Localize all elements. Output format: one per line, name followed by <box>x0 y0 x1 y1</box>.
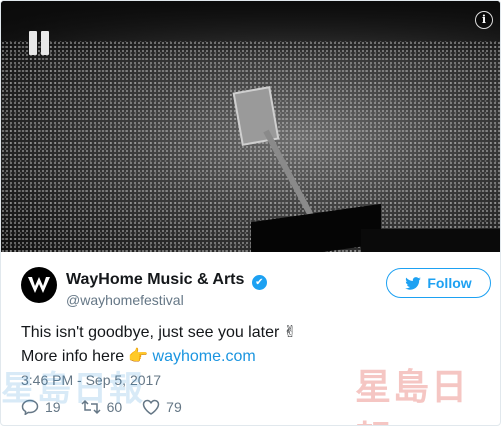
user-handle[interactable]: @wayhomefestival <box>66 292 184 308</box>
follow-label: Follow <box>427 275 472 291</box>
verified-badge-icon: ✔ <box>251 275 267 290</box>
tweet-card: i WayHome Music & Arts ✔ @wayhomefestiva… <box>0 0 501 426</box>
crowd-image <box>1 41 500 252</box>
info-icon[interactable]: i <box>475 11 493 29</box>
watermark-left: 星島日報 <box>1 369 145 409</box>
bird-icon <box>405 276 422 290</box>
follow-button[interactable]: Follow <box>386 268 491 298</box>
like-count: 79 <box>166 399 182 415</box>
victory-hand-emoji: ✌ <box>283 324 297 341</box>
avatar[interactable] <box>21 267 57 303</box>
wayhome-logo-icon <box>28 277 50 293</box>
pause-icon[interactable] <box>27 31 51 55</box>
watermark-logo: 星島日報 <box>355 367 470 425</box>
display-name[interactable]: WayHome Music & Arts <box>66 271 244 288</box>
like-button[interactable]: 79 <box>142 399 182 415</box>
tweet-video[interactable]: i <box>1 1 500 252</box>
tweet-line-1: This isn't goodbye, just see you later <box>21 324 280 341</box>
